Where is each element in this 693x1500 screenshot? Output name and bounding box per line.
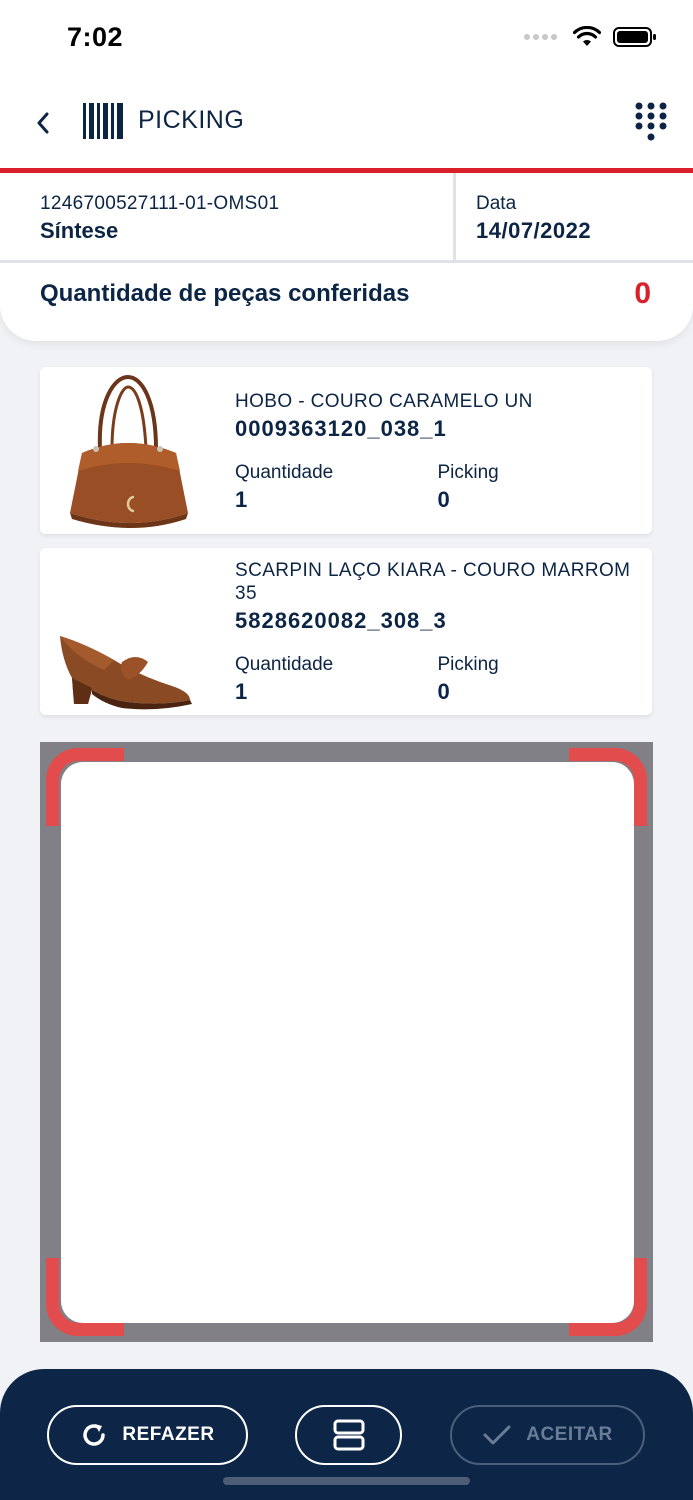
shoe-image xyxy=(60,636,192,710)
quantity-stat: Quantidade 1 xyxy=(235,654,438,705)
product-name: SCARPIN LAÇO KIARA - COURO MARROM 35 xyxy=(235,560,631,604)
pieces-count-label: Quantidade de peças conferidas xyxy=(40,280,410,307)
product-stats: Quantidade 1 Picking 0 xyxy=(235,654,640,705)
scanner-corner-bottom-right xyxy=(569,1258,647,1336)
quantity-label: Quantidade xyxy=(235,462,334,483)
bottom-action-bar: REFAZER ACEITAR xyxy=(0,1369,693,1500)
back-button[interactable] xyxy=(26,106,60,140)
handbag-image xyxy=(70,374,188,528)
scan-window xyxy=(61,762,634,1323)
signal-icon xyxy=(524,34,557,40)
picking-stat: Picking 0 xyxy=(438,462,641,513)
product-name: HOBO - COURO CARAMELO UN xyxy=(235,391,533,412)
pieces-count-card: Quantidade de peças conferidas 0 xyxy=(0,263,693,341)
toggle-view-button[interactable] xyxy=(295,1405,402,1465)
stack-icon xyxy=(333,1419,364,1451)
order-name: Síntese xyxy=(40,218,119,243)
battery-icon xyxy=(613,27,656,47)
picking-label: Picking xyxy=(437,462,499,483)
accept-label: ACEITAR xyxy=(526,1424,613,1445)
redo-button[interactable]: REFAZER xyxy=(47,1405,248,1465)
product-code: 0009363120_038_1 xyxy=(235,416,447,441)
product-info: HOBO - COURO CARAMELO UN 0009363120_038_… xyxy=(235,390,640,513)
date-label: Data xyxy=(476,193,517,214)
product-card[interactable]: SCARPIN LAÇO KIARA - COURO MARROM 35 582… xyxy=(40,548,652,715)
quantity-stat: Quantidade 1 xyxy=(235,462,438,513)
order-details: 1246700527111-01-OMS01 Síntese xyxy=(40,193,279,244)
home-indicator xyxy=(223,1477,470,1485)
product-info: SCARPIN LAÇO KIARA - COURO MARROM 35 582… xyxy=(235,559,640,705)
order-code: 1246700527111-01-OMS01 xyxy=(40,193,280,214)
page-title: PICKING xyxy=(138,106,245,134)
order-date: Data 14/07/2022 xyxy=(476,193,591,244)
keypad-icon[interactable] xyxy=(631,100,671,144)
accept-button[interactable]: ACEITAR xyxy=(450,1405,645,1465)
picking-value: 0 xyxy=(437,679,450,704)
status-icons xyxy=(524,26,657,48)
scanner-corner-top-left xyxy=(46,748,124,826)
product-card[interactable]: HOBO - COURO CARAMELO UN 0009363120_038_… xyxy=(40,367,652,534)
status-time: 7:02 xyxy=(67,22,124,52)
product-stats: Quantidade 1 Picking 0 xyxy=(235,462,640,513)
check-icon xyxy=(483,1425,511,1445)
picking-label: Picking xyxy=(437,654,499,675)
scanner-corner-top-right xyxy=(569,748,647,826)
product-code: 5828620082_308_3 xyxy=(235,608,447,633)
status-bar: 7:02 xyxy=(0,0,693,78)
chevron-left-icon xyxy=(37,112,49,134)
barcode-icon xyxy=(83,103,123,139)
quantity-value: 1 xyxy=(235,679,248,704)
picking-stat: Picking 0 xyxy=(438,654,641,705)
pieces-count-value: 0 xyxy=(634,277,651,310)
quantity-label: Quantidade xyxy=(235,654,334,675)
divider xyxy=(453,173,456,263)
date-value: 14/07/2022 xyxy=(476,218,592,243)
wifi-icon xyxy=(573,26,601,46)
refresh-icon xyxy=(83,1424,106,1446)
order-info: 1246700527111-01-OMS01 Síntese Data 14/0… xyxy=(0,173,693,263)
quantity-value: 1 xyxy=(235,487,248,512)
scanner-corner-bottom-left xyxy=(46,1258,124,1336)
picking-value: 0 xyxy=(437,487,450,512)
barcode-scanner-viewport[interactable] xyxy=(40,742,653,1342)
app-header: PICKING xyxy=(0,78,693,170)
redo-label: REFAZER xyxy=(122,1424,215,1445)
